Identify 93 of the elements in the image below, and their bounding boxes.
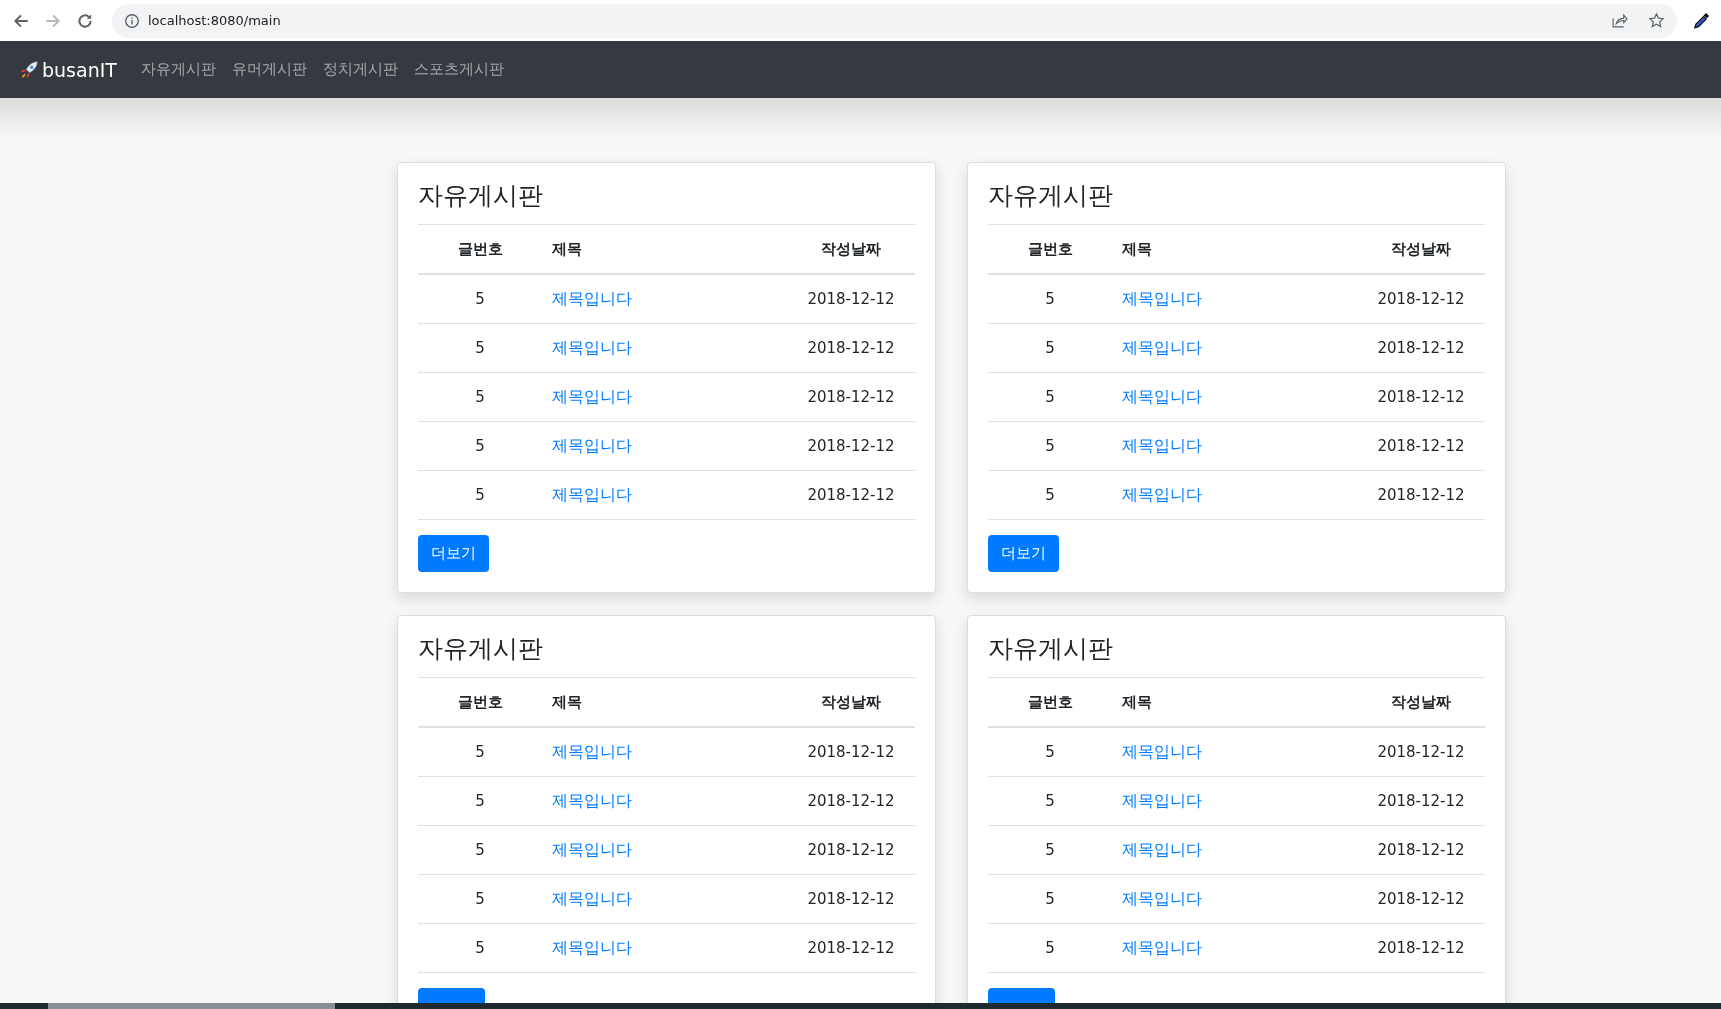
table-cell-text: 5 bbox=[474, 939, 486, 957]
board-title: 자유게시판 bbox=[418, 179, 915, 225]
table-cell-text: 5 bbox=[474, 486, 486, 504]
post-title-link[interactable]: 제목입니다 bbox=[552, 386, 632, 406]
column-header: 글번호 bbox=[456, 692, 504, 712]
table-cell-text: 2018-12-12 bbox=[806, 743, 896, 761]
column-header: 글번호 bbox=[1026, 239, 1074, 259]
table-cell-text: 2018-12-12 bbox=[1376, 890, 1466, 908]
table-cell-text: 5 bbox=[1044, 792, 1056, 810]
table-cell-text: 2018-12-12 bbox=[1376, 743, 1466, 761]
column-header: 작성날짜 bbox=[1390, 239, 1452, 259]
table-cell-text: 2018-12-12 bbox=[806, 841, 896, 859]
post-title-link[interactable]: 제목입니다 bbox=[552, 435, 632, 455]
more-button[interactable] bbox=[418, 988, 485, 1004]
table-cell-text: 2018-12-12 bbox=[1376, 290, 1466, 308]
table-cell-text: 2018-12-12 bbox=[1376, 792, 1466, 810]
info-icon[interactable] bbox=[124, 12, 140, 29]
nav-link[interactable]: 정치게시판 bbox=[314, 60, 406, 79]
table-cell-text: 5 bbox=[474, 339, 486, 357]
table-cell-text: 2018-12-12 bbox=[806, 290, 896, 308]
table-cell-text: 5 bbox=[1044, 841, 1056, 859]
column-header: 글번호 bbox=[1026, 692, 1074, 712]
post-title-link[interactable]: 제목입니다 bbox=[1122, 839, 1202, 859]
eyedropper-icon[interactable] bbox=[1691, 10, 1711, 31]
post-title-link[interactable]: 제목입니다 bbox=[552, 839, 632, 859]
table-cell-text: 5 bbox=[474, 743, 486, 761]
post-title-link[interactable]: 제목입니다 bbox=[1122, 741, 1202, 761]
nav-link[interactable]: 스포츠게시판 bbox=[405, 60, 512, 79]
board-title: 자유게시판 bbox=[988, 179, 1485, 225]
table-cell-text: 5 bbox=[1044, 437, 1056, 455]
table-cell-text: 5 bbox=[1044, 939, 1056, 957]
table-cell-text: 2018-12-12 bbox=[1376, 388, 1466, 406]
post-title-link[interactable]: 제목입니다 bbox=[552, 937, 632, 957]
column-header: 글번호 bbox=[456, 239, 504, 259]
post-title-link[interactable]: 제목입니다 bbox=[552, 790, 632, 810]
post-title-link[interactable]: 제목입니다 bbox=[552, 288, 632, 308]
table-cell-text: 2018-12-12 bbox=[806, 792, 896, 810]
table-cell-text: 2018-12-12 bbox=[806, 388, 896, 406]
table-cell-text: 2018-12-12 bbox=[1376, 841, 1466, 859]
post-title-link[interactable]: 제목입니다 bbox=[1122, 386, 1202, 406]
table-cell-text: 5 bbox=[474, 388, 486, 406]
star-icon[interactable] bbox=[1648, 12, 1665, 29]
table-cell-text: 5 bbox=[474, 792, 486, 810]
nav-link[interactable]: 자유게시판 bbox=[132, 60, 224, 79]
post-title-link[interactable]: 제목입니다 bbox=[1122, 288, 1202, 308]
column-header: 제목 bbox=[551, 239, 583, 259]
post-title-link[interactable]: 제목입니다 bbox=[1122, 484, 1202, 504]
nav-link[interactable]: 유머게시판 bbox=[223, 60, 315, 79]
column-header: 제목 bbox=[1121, 239, 1153, 259]
column-header: 제목 bbox=[551, 692, 583, 712]
table-cell-text: 2018-12-12 bbox=[806, 486, 896, 504]
url-text: localhost:8080/main bbox=[148, 13, 282, 28]
table-cell-text: 2018-12-12 bbox=[806, 939, 896, 957]
table-cell-text: 5 bbox=[1044, 743, 1056, 761]
post-title-link[interactable]: 제목입니다 bbox=[1122, 937, 1202, 957]
address-bar[interactable]: localhost:8080/main bbox=[112, 3, 1677, 38]
table-cell-text: 2018-12-12 bbox=[806, 339, 896, 357]
table-cell-text: 5 bbox=[474, 890, 486, 908]
post-title-link[interactable]: 제목입니다 bbox=[552, 484, 632, 504]
brand-link[interactable]: busanIT bbox=[42, 58, 117, 81]
post-title-link[interactable]: 제목입니다 bbox=[552, 337, 632, 357]
column-header: 작성날짜 bbox=[1390, 692, 1452, 712]
more-button[interactable]: 더보기 bbox=[988, 535, 1059, 572]
table-cell-text: 5 bbox=[1044, 339, 1056, 357]
more-button[interactable] bbox=[988, 988, 1055, 1004]
table-cell-text: 5 bbox=[1044, 388, 1056, 406]
table-cell-text: 2018-12-12 bbox=[806, 890, 896, 908]
table-cell-text: 5 bbox=[1044, 290, 1056, 308]
rocket-icon[interactable] bbox=[18, 58, 40, 81]
column-header: 제목 bbox=[1121, 692, 1153, 712]
table-cell-text: 2018-12-12 bbox=[1376, 939, 1466, 957]
table-cell-text: 2018-12-12 bbox=[1376, 339, 1466, 357]
table-cell-text: 5 bbox=[474, 841, 486, 859]
table-cell-text: 5 bbox=[1044, 486, 1056, 504]
post-title-link[interactable]: 제목입니다 bbox=[1122, 888, 1202, 908]
post-title-link[interactable]: 제목입니다 bbox=[1122, 337, 1202, 357]
more-button[interactable]: 더보기 bbox=[418, 535, 489, 572]
post-title-link[interactable]: 제목입니다 bbox=[1122, 790, 1202, 810]
column-header: 작성날짜 bbox=[820, 239, 882, 259]
share-icon[interactable] bbox=[1611, 12, 1628, 29]
post-title-link[interactable]: 제목입니다 bbox=[1122, 435, 1202, 455]
column-header: 작성날짜 bbox=[820, 692, 882, 712]
table-cell-text: 5 bbox=[474, 290, 486, 308]
reload-icon[interactable] bbox=[76, 11, 94, 30]
table-cell-text: 5 bbox=[1044, 890, 1056, 908]
table-cell-text: 5 bbox=[474, 437, 486, 455]
table-cell-text: 2018-12-12 bbox=[1376, 437, 1466, 455]
board-title: 자유게시판 bbox=[418, 632, 915, 678]
post-title-link[interactable]: 제목입니다 bbox=[552, 888, 632, 908]
table-cell-text: 2018-12-12 bbox=[806, 437, 896, 455]
board-title: 자유게시판 bbox=[988, 632, 1485, 678]
post-title-link[interactable]: 제목입니다 bbox=[552, 741, 632, 761]
table-cell-text: 2018-12-12 bbox=[1376, 486, 1466, 504]
